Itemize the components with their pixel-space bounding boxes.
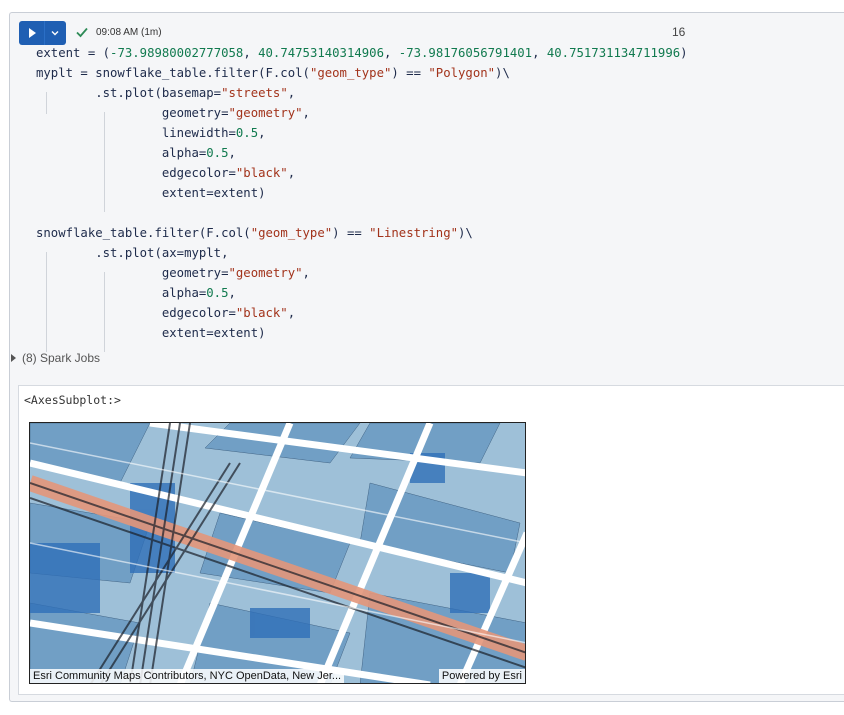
map-canvas xyxy=(30,423,525,683)
code-line: .st.plot(basemap="streets", xyxy=(36,86,296,100)
map-plot: Esri Community Maps Contributors, NYC Op… xyxy=(29,422,526,684)
run-status-time: 09:08 AM (1m) xyxy=(96,27,162,38)
spark-jobs-label: (8) Spark Jobs xyxy=(22,351,101,365)
code-line: linewidth=0.5, xyxy=(36,126,266,140)
code-line: myplt = snowflake_table.filter(F.col("ge… xyxy=(36,66,510,80)
chevron-down-icon[interactable] xyxy=(51,29,59,37)
code-line: geometry="geometry", xyxy=(36,266,310,280)
code-line: extent=extent) xyxy=(36,186,266,200)
check-icon xyxy=(76,27,88,38)
code-line: extent = (-73.98980002777058, 40.7475314… xyxy=(36,46,688,60)
code-line: geometry="geometry", xyxy=(36,106,310,120)
play-icon xyxy=(29,28,36,38)
run-cell-button[interactable] xyxy=(19,21,66,45)
expand-triangle-icon xyxy=(11,354,16,362)
code-line: alpha=0.5, xyxy=(36,146,236,160)
code-line: extent=extent) xyxy=(36,326,266,340)
map-attribution: Esri Community Maps Contributors, NYC Op… xyxy=(30,669,345,683)
code-line: snowflake_table.filter(F.col("geom_type"… xyxy=(36,226,473,240)
code-line: edgecolor="black", xyxy=(36,166,296,180)
code-line: .st.plot(ax=myplt, xyxy=(36,246,229,260)
cell-number: 16 xyxy=(672,25,686,39)
code-line: edgecolor="black", xyxy=(36,306,296,320)
esri-credit: Powered by Esri xyxy=(438,669,525,683)
code-editor[interactable]: extent = (-73.98980002777058, 40.7475314… xyxy=(36,43,688,343)
output-text: <AxesSubplot:> xyxy=(24,393,121,407)
code-line: alpha=0.5, xyxy=(36,286,236,300)
spark-jobs-toggle[interactable]: (8) Spark Jobs xyxy=(11,351,100,365)
